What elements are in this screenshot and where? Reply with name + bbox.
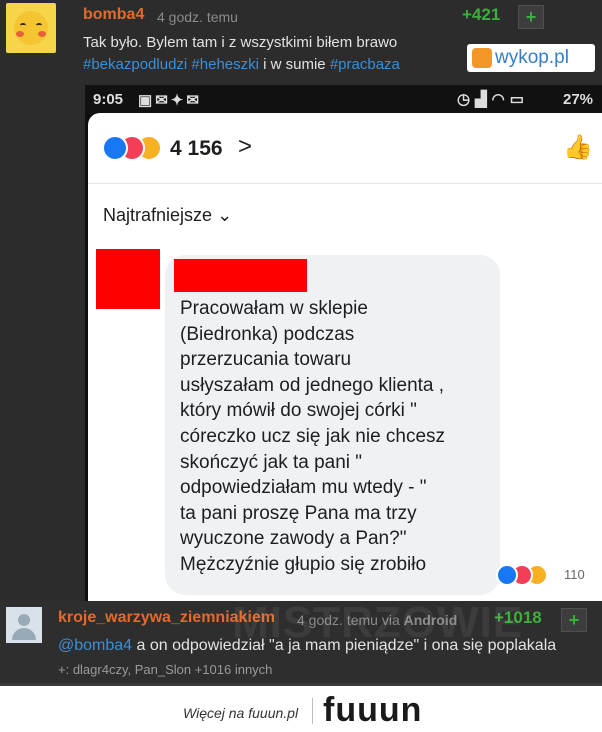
watermark: MISTRZOWIE — [232, 598, 524, 647]
wykop-entry: bomba4 4 godz. temu +421 + Tak było. Byl… — [0, 0, 602, 601]
upvote-button[interactable]: + — [518, 5, 544, 29]
battery-level: 27% — [563, 91, 594, 108]
comment-line: córeczko ucz się jak nie chcesz — [180, 425, 446, 447]
chevron-right-icon[interactable]: > — [238, 133, 252, 161]
like-reaction-icon — [496, 564, 518, 586]
redacted-name — [174, 259, 307, 292]
divider — [312, 698, 313, 724]
redacted-avatar — [96, 249, 160, 309]
embedded-screenshot[interactable]: 9:05 ▣✉✦✉ ◷▟◠▭ 27% 4 156 > 👍 Najtrafniej… — [85, 85, 602, 601]
entry-tags-line: #bekazpodludzi #heheszki i w sumie #prac… — [83, 56, 400, 73]
comment-line: przerzucania towaru — [180, 349, 352, 371]
wykop-logo-text: wykop.pl — [495, 47, 569, 68]
comment-text: Pracowałam w sklepie (Biedronka) podczas… — [180, 296, 445, 578]
comment-line: wyuczone zawody a Pan?" — [180, 528, 407, 550]
twitter-icon: ✦ — [170, 92, 187, 109]
pikachu-face-icon — [14, 11, 48, 45]
like-reaction-icon — [102, 135, 128, 161]
wykop-logo-icon — [472, 48, 492, 68]
default-avatar[interactable] — [6, 607, 42, 643]
comment-bubble: Pracowałam w sklepie (Biedronka) podczas… — [165, 255, 500, 595]
entry-author[interactable]: bomba4 — [83, 6, 144, 24]
entry-time[interactable]: 4 godz. temu — [157, 9, 238, 25]
reaction-count: 4 156 — [170, 137, 223, 160]
comment-line: (Biedronka) podczas — [180, 323, 355, 345]
tag-link[interactable]: #heheszki — [191, 56, 259, 73]
comment-line: ta pani proszę Pana ma trzy — [180, 502, 417, 524]
status-time: 9:05 — [93, 91, 124, 108]
divider — [88, 183, 602, 184]
entry-text-connector: i w sumie — [263, 56, 326, 73]
fuuun-logo: fuuun — [323, 691, 423, 729]
signal-icon: ▟ — [475, 91, 492, 108]
wifi-icon: ◠ — [491, 91, 510, 108]
alarm-icon: ◷ — [457, 91, 476, 108]
comment-line: Pracowałam w sklepie — [180, 298, 368, 319]
chevron-down-icon: ⌄ — [217, 205, 233, 225]
entry-score: +421 — [462, 5, 501, 24]
comment-line: Mężczyźnie głupio się zrobiło — [180, 553, 427, 575]
user-avatar[interactable] — [6, 3, 56, 53]
user-silhouette-icon — [18, 614, 30, 626]
entry-text: Tak było. Bylem tam i z wszystkimi biłem… — [83, 34, 398, 51]
tag-link[interactable]: #pracbaza — [330, 56, 400, 73]
image-icon: ▣ — [138, 92, 156, 109]
sort-label: Najtrafniejsze — [103, 205, 213, 225]
system-icons: ◷▟◠▭ — [457, 90, 529, 108]
comment-line: odpowiedziałam mu wtedy - " — [180, 477, 427, 499]
phone-status-bar: 9:05 ▣✉✦✉ ◷▟◠▭ 27% — [85, 85, 602, 113]
facebook-comments-card: 4 156 > 👍 Najtrafniejsze ⌄ Pracowałam w … — [88, 113, 602, 601]
mail-icon: ✉ — [155, 92, 171, 109]
footer-banner: Więcej na fuuun.pl fuuun — [0, 683, 602, 732]
voters-list[interactable]: +: dlagr4czy, Pan_Slon +1016 innych — [58, 662, 272, 677]
wykop-logo: wykop.pl — [467, 44, 595, 72]
battery-icon: ▭ — [509, 91, 529, 108]
tag-link[interactable]: #bekazpodludzi — [83, 56, 187, 73]
comment-line: skończyć jak ta pani " — [180, 451, 363, 473]
comment-reaction-count: 110 — [564, 567, 585, 582]
mention-link[interactable]: @bomba4 — [58, 637, 132, 654]
footer-text[interactable]: Więcej na fuuun.pl — [183, 705, 298, 721]
sort-dropdown[interactable]: Najtrafniejsze ⌄ — [103, 205, 232, 226]
reply-upvote-button[interactable]: + — [561, 608, 587, 632]
mail-icon: ✉ — [186, 92, 202, 109]
like-outline-icon[interactable]: 👍 — [563, 133, 593, 162]
comment-line: usłyszałam od jednego klienta , — [180, 374, 445, 396]
notification-icons: ▣✉✦✉ — [138, 91, 202, 109]
comment-line: który mówił do swojej córki " — [180, 400, 417, 422]
